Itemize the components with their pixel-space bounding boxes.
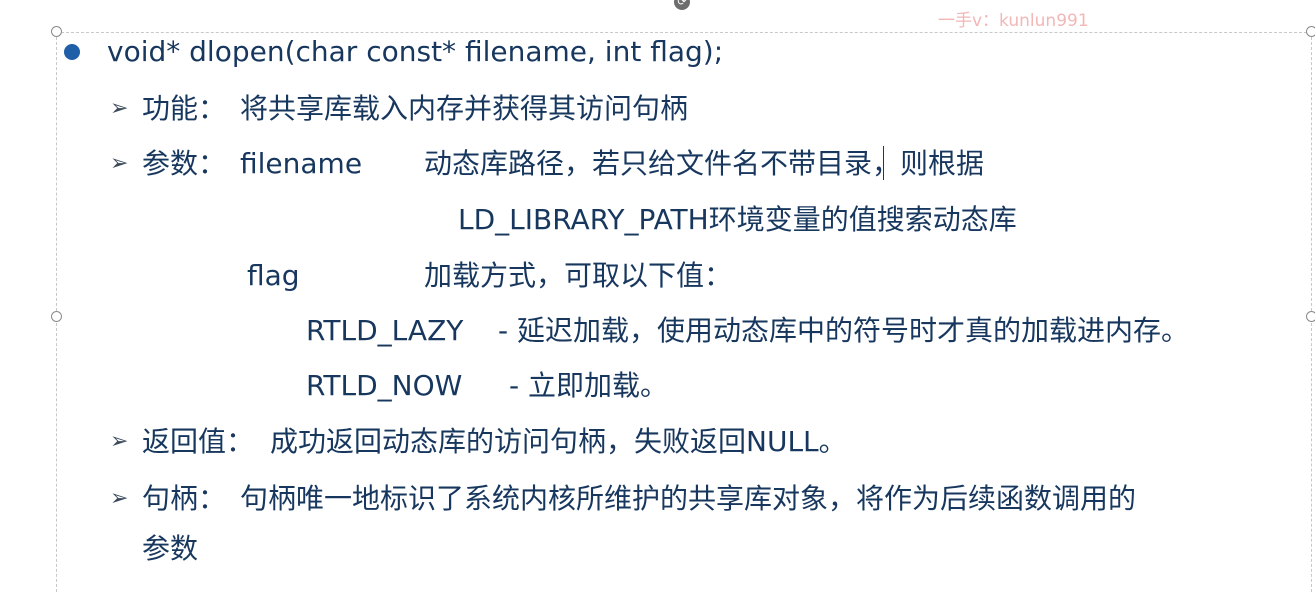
flag-value-name: RTLD_NOW xyxy=(306,369,463,402)
arrow-bullet-icon: ➢ xyxy=(110,151,129,176)
flag-value-desc: - 立即加载。 xyxy=(509,369,669,402)
text-cursor xyxy=(883,146,884,180)
arrow-bullet-icon: ➢ xyxy=(110,429,129,454)
handle-text: 句柄唯一地标识了系统内核所维护的共享库对象，将作为后续函数调用的 xyxy=(240,482,1137,515)
resize-handle-top-right[interactable] xyxy=(1306,26,1315,37)
handle-text-cont: 参数 xyxy=(142,532,199,565)
param-flag-desc: 加载方式，可取以下值： xyxy=(424,259,733,292)
rotate-handle-icon[interactable]: ⟳ xyxy=(674,0,690,10)
flag-value-name: RTLD_LAZY xyxy=(306,314,464,347)
return-text: 成功返回动态库的访问句柄，失败返回NULL。 xyxy=(270,425,847,458)
arrow-bullet-icon: ➢ xyxy=(110,96,129,121)
handle-label: 句柄： xyxy=(142,482,227,515)
function-text: 将共享库载入内存并获得其访问句柄 xyxy=(240,92,689,125)
function-signature: void* dlopen(char const* filename, int f… xyxy=(107,35,724,68)
param-filename-desc: 动态库路径，若只给文件名不带目录，则根据 xyxy=(424,147,985,180)
param-flag-name: flag xyxy=(247,259,300,292)
watermark: 一手v：kunlun991 xyxy=(938,11,1089,31)
return-label: 返回值： xyxy=(142,425,255,458)
param-filename-desc-cont: LD_LIBRARY_PATH环境变量的值搜索动态库 xyxy=(458,203,1017,236)
arrow-bullet-icon: ➢ xyxy=(110,486,129,511)
param-filename-name: filename xyxy=(240,147,363,180)
flag-value-desc: - 延迟加载，使用动态库中的符号时才真的加载进内存。 xyxy=(498,314,1190,347)
resize-handle-middle-left[interactable] xyxy=(51,311,62,322)
filled-circle-bullet-icon xyxy=(64,44,80,60)
resize-handle-middle-right[interactable] xyxy=(1306,311,1315,322)
function-label: 功能： xyxy=(142,92,227,125)
params-label: 参数： xyxy=(142,147,227,180)
resize-handle-top-left[interactable] xyxy=(51,26,62,37)
